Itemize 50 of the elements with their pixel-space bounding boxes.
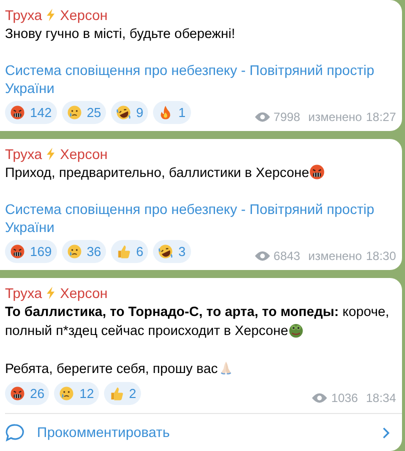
channel-name[interactable]: Херсон xyxy=(60,145,108,163)
message-time: 18:34 xyxy=(366,390,396,407)
source-link[interactable]: Система сповіщення про небезпеку - Повітряний простір України xyxy=(5,61,396,97)
reaction-button[interactable]: 9 xyxy=(111,101,148,124)
reaction-button[interactable]: 25 xyxy=(62,101,106,124)
view-count: 6843 xyxy=(274,248,300,265)
crying-face-icon xyxy=(59,386,74,401)
edited-label: изменено xyxy=(308,109,362,126)
view-count: 7998 xyxy=(274,109,300,126)
message-time: 18:30 xyxy=(366,248,396,265)
angry-face-icon xyxy=(10,105,25,120)
reaction-button[interactable]: 6 xyxy=(111,240,148,263)
channel-name[interactable]: Труха xyxy=(5,284,42,302)
message-text: полный п*здец сейчас происходит в Херсоне xyxy=(5,323,288,338)
frog-face-icon xyxy=(288,322,304,338)
edited-label: изменено xyxy=(308,248,362,265)
reaction-button[interactable]: 36 xyxy=(62,240,106,263)
eye-icon xyxy=(254,112,270,122)
angry-face-icon xyxy=(309,164,326,180)
reaction-button[interactable]: 1 xyxy=(153,101,191,124)
laughing-face-icon xyxy=(116,105,132,120)
reaction-button[interactable]: 12 xyxy=(54,382,99,405)
channel-name[interactable]: Труха xyxy=(5,6,42,24)
message-text: Приход, предварительно, баллистики в Херсоне xyxy=(5,165,310,180)
reaction-button[interactable]: 2 xyxy=(104,382,142,405)
channel-name[interactable]: Труха xyxy=(5,145,42,163)
crying-face-icon xyxy=(66,244,82,259)
speech-bubble-icon xyxy=(5,422,25,442)
source-link[interactable]: Система сповіщення про небезпеку - Повітряний простір України xyxy=(5,200,396,236)
crying-face-icon xyxy=(66,105,82,120)
chevron-right-icon xyxy=(382,426,390,440)
angry-face-icon xyxy=(10,386,25,401)
thumbs-up-icon xyxy=(116,244,132,259)
thumbs-up-icon xyxy=(108,386,124,401)
reaction-button[interactable]: 169 xyxy=(5,240,57,263)
laughing-face-icon xyxy=(158,244,174,259)
message-time: 18:27 xyxy=(366,109,396,126)
message-text: Ребята, берегите себя, прошу вас xyxy=(5,361,218,376)
message-text: То баллистика, то Торнадо-С, то арта, то мопеды: короче, xyxy=(5,304,390,319)
channel-name[interactable]: Херсон xyxy=(60,6,108,24)
eye-icon xyxy=(254,251,270,261)
reaction-button[interactable]: 3 xyxy=(153,240,191,263)
message-text: Знову гучно в місті, будьте обережні! xyxy=(5,26,236,41)
reaction-button[interactable]: 26 xyxy=(5,382,50,405)
reaction-button[interactable]: 142 xyxy=(5,101,57,124)
eye-icon xyxy=(312,393,328,403)
view-count: 1036 xyxy=(331,390,358,407)
angry-face-icon xyxy=(10,244,25,259)
comment-button[interactable]: Прокомментировать xyxy=(5,413,402,451)
channel-name[interactable]: Херсон xyxy=(60,284,108,302)
